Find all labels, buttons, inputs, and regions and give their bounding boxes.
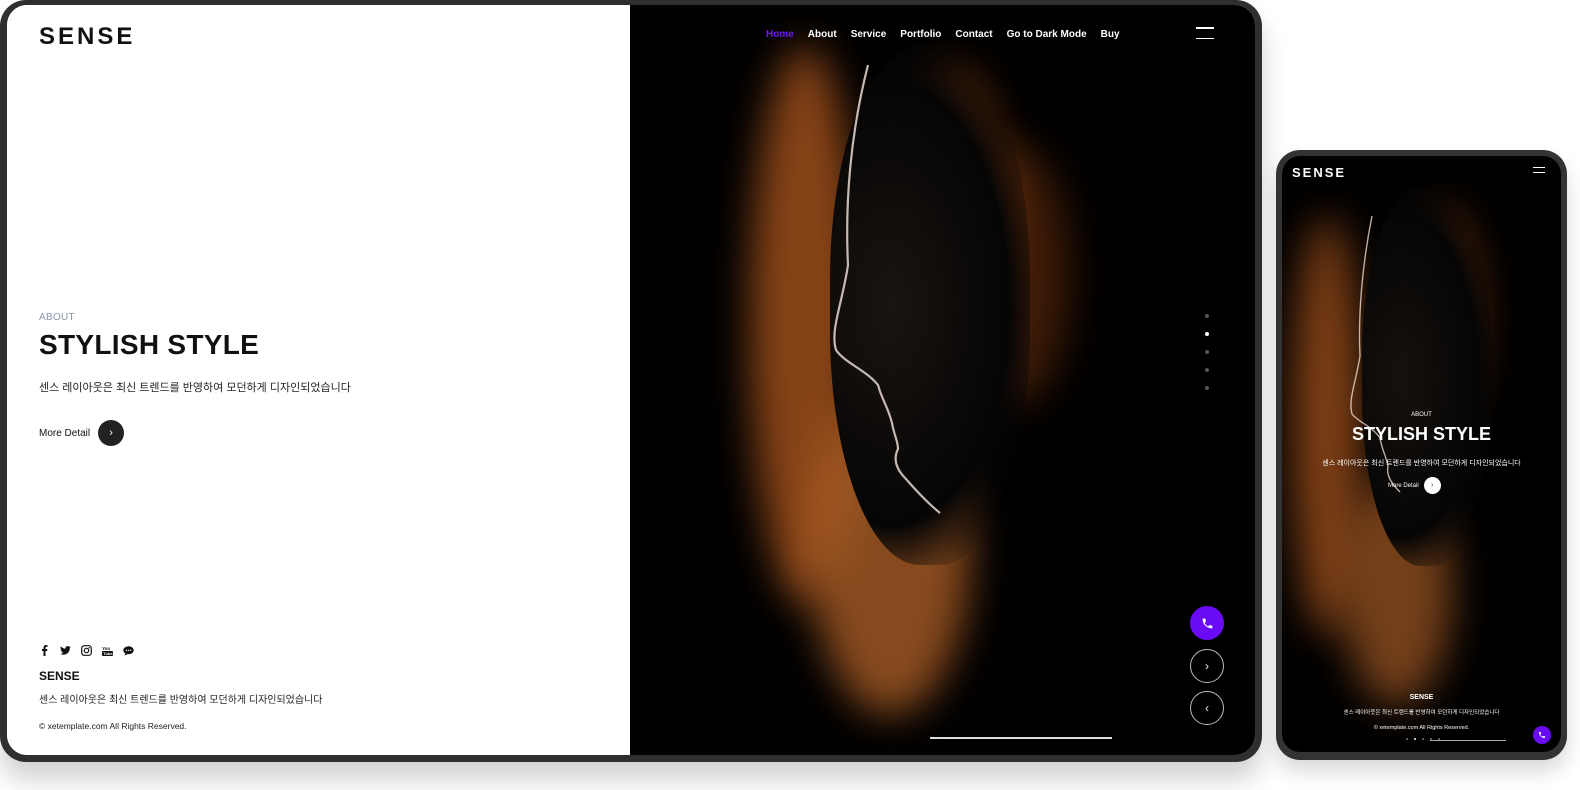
mobile-copyright-text: © xetemplate.com All Rights Reserved.	[1373, 725, 1470, 731]
more-detail-label: More Detail	[39, 427, 91, 439]
hero-title: STYLISH STYLE	[39, 329, 260, 360]
mobile-hero-title: STYLISH STYLE	[1351, 424, 1492, 444]
site-logo[interactable]: SENSE	[39, 23, 135, 51]
main-nav: Home About Service Portfolio Contact Go …	[766, 29, 1120, 40]
slide-dot-active[interactable]	[1414, 738, 1416, 740]
nav-dark-mode[interactable]: Go to Dark Mode	[1007, 29, 1087, 40]
phone-icon	[1202, 618, 1212, 628]
phone-screen: SENSE ABOUT STYLISH STYLE 센스 레이아웃은 최신 트렌…	[1282, 156, 1561, 752]
hero-image-pane: Home About Service Portfolio Contact Go …	[630, 5, 1255, 755]
mobile-more-detail-label: More Detail	[1388, 482, 1419, 489]
twitter-icon[interactable]	[60, 645, 71, 656]
slide-dot[interactable]	[1205, 386, 1209, 390]
slide-dot[interactable]	[1406, 738, 1408, 740]
mobile-hamburger-icon[interactable]	[1533, 167, 1545, 177]
chevron-right-icon: ›	[98, 420, 125, 446]
nav-buy[interactable]: Buy	[1101, 29, 1120, 40]
instagram-icon[interactable]	[81, 645, 92, 656]
nav-home[interactable]: Home	[766, 29, 794, 40]
hero-eyebrow: ABOUT	[39, 312, 75, 323]
slide-dot[interactable]	[1205, 368, 1209, 372]
slide-dot-active[interactable]	[1205, 332, 1209, 336]
footer-brand: SENSE	[39, 669, 80, 683]
svg-text:Tube: Tube	[103, 651, 113, 656]
portrait-image	[630, 5, 1255, 755]
tablet-screen: SENSE ABOUT STYLISH STYLE 센스 레이아웃은 최신 트렌…	[7, 5, 1255, 755]
footer-description: 센스 레이아웃은 최신 트렌드를 반영하여 모던하게 디자인되었습니다	[39, 695, 323, 706]
mobile-slide-progress-bar	[1430, 740, 1506, 741]
slide-pagination	[1205, 314, 1209, 390]
youtube-icon[interactable]: You Tube	[102, 645, 113, 656]
chevron-right-icon: ›	[1423, 477, 1441, 494]
hamburger-menu-icon[interactable]	[1196, 27, 1214, 39]
nav-portfolio[interactable]: Portfolio	[900, 29, 941, 40]
mobile-site-logo[interactable]: SENSE	[1292, 165, 1346, 180]
prev-slide-button[interactable]: ‹	[1190, 691, 1224, 725]
nav-contact[interactable]: Contact	[955, 29, 992, 40]
slide-progress-bar	[930, 737, 1112, 739]
slide-dot[interactable]	[1205, 350, 1209, 354]
facebook-icon[interactable]	[39, 645, 50, 656]
mobile-more-detail-button[interactable]: More Detail ›	[1388, 477, 1441, 494]
slide-dot[interactable]	[1205, 314, 1209, 318]
mobile-hero-description: 센스 레이아웃은 최신 트렌드를 반영하여 모던하게 디자인되었습니다	[1322, 460, 1521, 467]
nav-about[interactable]: About	[808, 29, 837, 40]
chat-icon[interactable]	[123, 645, 134, 656]
call-button[interactable]	[1190, 606, 1224, 640]
slide-dot[interactable]	[1422, 738, 1424, 740]
next-slide-button[interactable]: ›	[1190, 649, 1224, 683]
chevron-right-icon: ›	[1205, 659, 1209, 673]
mobile-footer-brand: SENSE	[1409, 694, 1434, 701]
mobile-call-button[interactable]	[1533, 726, 1551, 744]
chevron-left-icon: ‹	[1205, 701, 1209, 715]
left-content-pane: SENSE ABOUT STYLISH STYLE 센스 레이아웃은 최신 트렌…	[7, 5, 630, 755]
social-links: You Tube	[39, 645, 134, 656]
mobile-footer-description: 센스 레이아웃은 최신 트렌드를 반영하여 모던하게 디자인되었습니다	[1343, 710, 1500, 716]
phone-portrait-image	[1282, 156, 1561, 752]
phone-device-frame: SENSE ABOUT STYLISH STYLE 센스 레이아웃은 최신 트렌…	[1276, 150, 1567, 760]
tablet-device-frame: SENSE ABOUT STYLISH STYLE 센스 레이아웃은 최신 트렌…	[0, 0, 1262, 762]
copyright-text: © xetemplate.com All Rights Reserved.	[39, 721, 187, 731]
hero-description: 센스 레이아웃은 최신 트렌드를 반영하여 모던하게 디자인되었습니다	[39, 382, 351, 394]
nav-service[interactable]: Service	[851, 29, 887, 40]
mobile-hero-eyebrow: ABOUT	[1411, 412, 1432, 418]
more-detail-button[interactable]: More Detail ›	[39, 420, 125, 446]
phone-icon	[1539, 732, 1545, 738]
